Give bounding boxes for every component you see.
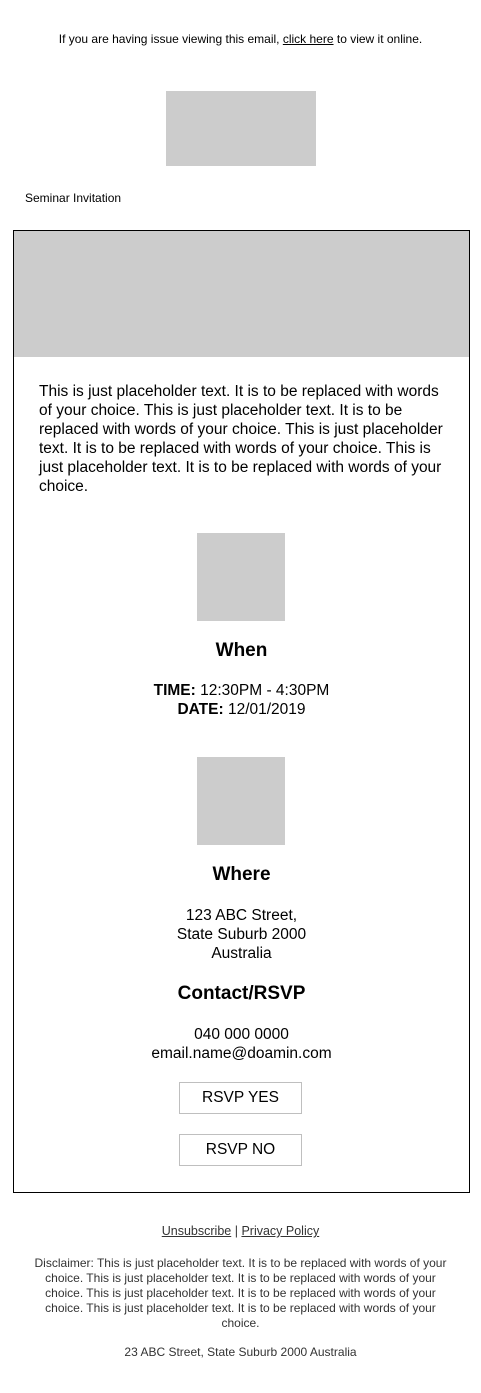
rsvp-no-button[interactable]: RSVP NO — [179, 1134, 302, 1166]
logo-image-placeholder — [166, 91, 316, 166]
preheader-text-after: to view it online. — [333, 32, 423, 46]
privacy-policy-link[interactable]: Privacy Policy — [241, 1224, 319, 1238]
invitation-card: This is just placeholder text. It is to … — [13, 230, 470, 1193]
footer-address: 23 ABC Street, State Suburb 2000 Austral… — [124, 1345, 357, 1359]
address-line-2: State Suburb 2000 — [176, 926, 307, 943]
contact-phone: 040 000 0000 — [194, 1026, 289, 1043]
time-line: TIME: 12:30PM - 4:30PM — [14, 681, 469, 700]
where-address: 123 ABC Street, State Suburb 2000 Austra… — [14, 906, 469, 963]
hero-image-placeholder — [14, 231, 469, 357]
disclaimer-text: Disclaimer: This is just placeholder tex… — [34, 1256, 447, 1330]
when-details: TIME: 12:30PM - 4:30PM DATE: 12/01/2019 — [14, 681, 469, 719]
where-image-placeholder — [197, 757, 285, 845]
footer-links: Unsubscribe | Privacy Policy — [0, 1223, 481, 1239]
date-value: 12/01/2019 — [223, 701, 306, 718]
subject-label: Seminar Invitation — [25, 191, 122, 205]
contact-heading: Contact/RSVP — [177, 983, 306, 1004]
time-value: 12:30PM - 4:30PM — [195, 682, 330, 699]
time-label: TIME: — [153, 682, 196, 699]
address-line-3: Australia — [211, 945, 272, 962]
preheader: If you are having issue viewing this ema… — [0, 31, 481, 47]
when-heading: When — [215, 640, 268, 661]
contact-email: email.name@doamin.com — [151, 1045, 332, 1062]
contact-details: 040 000 0000 email.name@doamin.com — [14, 1025, 469, 1063]
footer-link-separator: | — [231, 1224, 242, 1238]
intro-text: This is just placeholder text. It is to … — [39, 383, 443, 495]
date-label: DATE: — [177, 701, 224, 718]
preheader-text-before: If you are having issue viewing this ema… — [58, 32, 283, 46]
unsubscribe-link[interactable]: Unsubscribe — [162, 1224, 231, 1238]
rsvp-yes-button[interactable]: RSVP YES — [179, 1082, 302, 1114]
view-online-link[interactable]: click here — [283, 32, 334, 46]
date-line: DATE: 12/01/2019 — [14, 700, 469, 719]
address-line-1: 123 ABC Street, — [185, 907, 298, 924]
where-heading: Where — [212, 864, 271, 885]
when-image-placeholder — [197, 533, 285, 621]
